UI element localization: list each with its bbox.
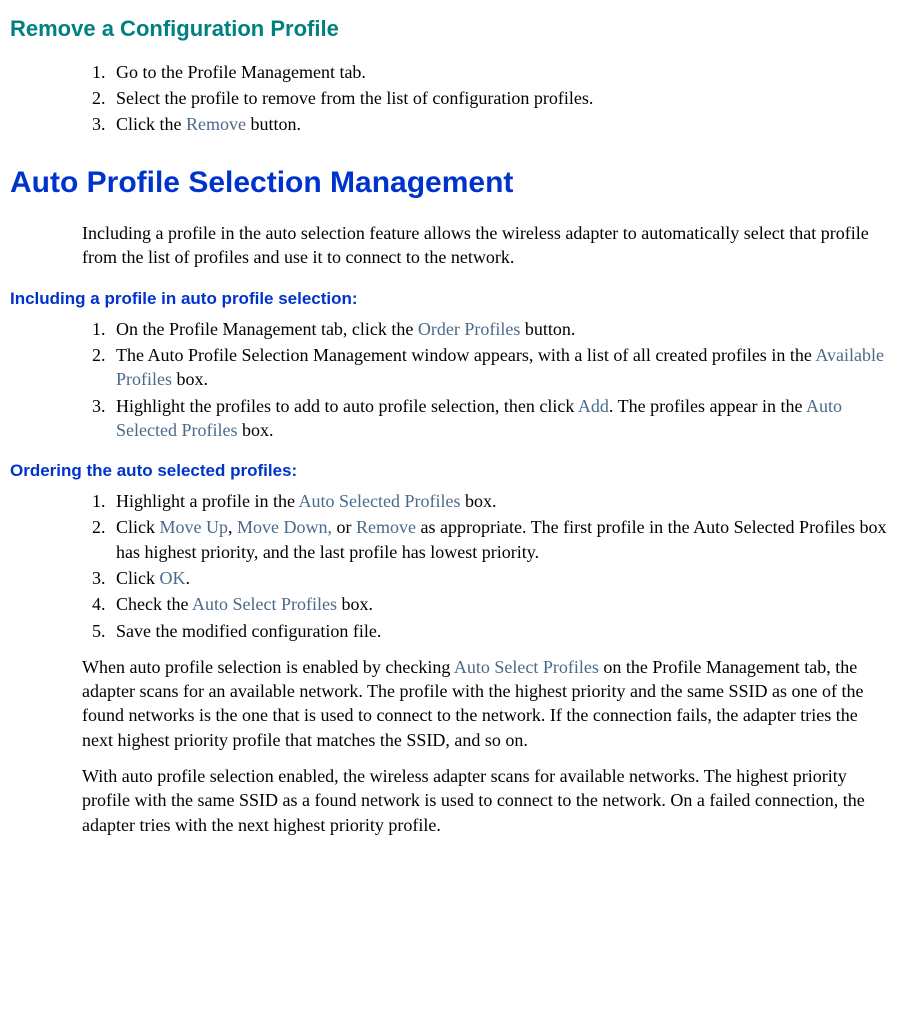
list-item: Click Move Up, Move Down, or Remove as a… (110, 515, 893, 564)
text-fragment: When auto profile selection is enabled b… (82, 657, 454, 677)
ui-term-ok: OK (160, 568, 186, 588)
list-item: The Auto Profile Selection Management wi… (110, 343, 893, 392)
text-fragment: . (186, 568, 191, 588)
auto-profile-explain-1: When auto profile selection is enabled b… (82, 655, 893, 752)
text-fragment: Highlight a profile in the (116, 491, 298, 511)
auto-profile-heading: Auto Profile Selection Management (10, 163, 893, 204)
ui-term-add: Add (578, 396, 609, 416)
auto-profile-intro: Including a profile in the auto selectio… (82, 221, 893, 270)
ordering-profiles-steps: Highlight a profile in the Auto Selected… (10, 489, 893, 643)
text-fragment: box. (237, 420, 273, 440)
ui-term-auto-select-profiles: Auto Select Profiles (454, 657, 599, 677)
including-profile-heading: Including a profile in auto profile sele… (10, 288, 893, 311)
text-fragment: Click (116, 568, 160, 588)
list-item: Click the Remove button. (110, 112, 893, 136)
text-fragment: Highlight the profiles to add to auto pr… (116, 396, 578, 416)
ordering-profiles-heading: Ordering the auto selected profiles: (10, 460, 893, 483)
text-fragment: , (228, 517, 237, 537)
including-profile-steps: On the Profile Management tab, click the… (10, 317, 893, 442)
list-item: Select the profile to remove from the li… (110, 86, 893, 110)
text-fragment: The Auto Profile Selection Management wi… (116, 345, 815, 365)
list-item: On the Profile Management tab, click the… (110, 317, 893, 341)
list-item: Save the modified configuration file. (110, 619, 893, 643)
list-item: Highlight the profiles to add to auto pr… (110, 394, 893, 443)
text-fragment: . The profiles appear in the (609, 396, 806, 416)
text-fragment: Check the (116, 594, 192, 614)
ui-term-auto-selected-profiles: Auto Selected Profiles (298, 491, 460, 511)
list-item: Check the Auto Select Profiles box. (110, 592, 893, 616)
text-fragment: Click the (116, 114, 186, 134)
list-item: Go to the Profile Management tab. (110, 60, 893, 84)
remove-profile-steps: Go to the Profile Management tab. Select… (10, 60, 893, 137)
ui-term-auto-select-profiles: Auto Select Profiles (192, 594, 337, 614)
text-fragment: button. (246, 114, 301, 134)
ui-term-order-profiles: Order Profiles (418, 319, 520, 339)
text-fragment: On the Profile Management tab, click the (116, 319, 418, 339)
text-fragment: Click (116, 517, 160, 537)
list-item: Highlight a profile in the Auto Selected… (110, 489, 893, 513)
auto-profile-explain-2: With auto profile selection enabled, the… (82, 764, 893, 837)
text-fragment: box. (460, 491, 496, 511)
text-fragment: box. (172, 369, 208, 389)
ui-term-remove: Remove (356, 517, 416, 537)
ui-term-remove: Remove (186, 114, 246, 134)
text-fragment: button. (520, 319, 575, 339)
remove-profile-heading: Remove a Configuration Profile (10, 14, 893, 44)
list-item: Click OK. (110, 566, 893, 590)
text-fragment: box. (337, 594, 373, 614)
ui-term-move-down: Move Down, (237, 517, 332, 537)
text-fragment: or (332, 517, 356, 537)
ui-term-move-up: Move Up (160, 517, 229, 537)
